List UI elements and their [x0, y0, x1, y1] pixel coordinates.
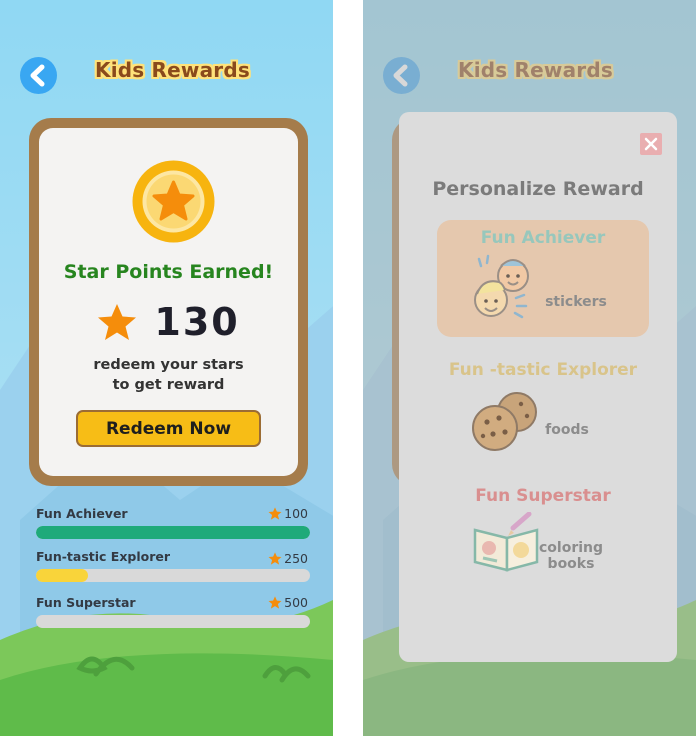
- option-label: foods: [545, 422, 589, 438]
- option-title: Fun Achiever: [480, 228, 606, 248]
- stickers-icon: [474, 254, 529, 319]
- option-label-line1: coloring: [539, 540, 604, 556]
- star-icon: [98, 304, 137, 340]
- option-label-line2: books: [547, 556, 595, 572]
- progress-name: Fun Achiever: [36, 506, 128, 521]
- back-arrow-icon: [30, 64, 45, 87]
- rewards-screen-with-modal: Kids Rewards Personalize Reward Fun Achi…: [363, 0, 696, 736]
- points-heading: Star Points Earned!: [63, 261, 274, 283]
- redeem-hint-line1: redeem your stars: [93, 357, 244, 373]
- cookies-icon: [472, 392, 537, 451]
- progress-track: [36, 615, 310, 628]
- progress-fun-superstar: Fun Superstar 500: [36, 595, 310, 635]
- close-icon: [644, 137, 658, 151]
- option-label: stickers: [545, 294, 607, 310]
- redeem-hint-line2: to get reward: [112, 377, 225, 393]
- close-button[interactable]: [640, 133, 662, 155]
- target-value: 500: [284, 595, 308, 610]
- modal-title: Personalize Reward: [432, 178, 644, 200]
- progress-track: [36, 569, 310, 582]
- reward-option-fun-achiever[interactable]: Fun Achiever stickers: [437, 220, 649, 337]
- progress-fun-achiever: Fun Achiever 100: [36, 506, 310, 546]
- rewards-screen: Kids Rewards Star Points Earned! 130 red…: [0, 0, 333, 736]
- star-icon: [268, 507, 282, 520]
- coloring-book-icon: [473, 512, 539, 572]
- points-row: 130: [39, 300, 298, 344]
- star-icon: [268, 596, 282, 609]
- personalize-reward-modal: Personalize Reward Fun Achiever stickers…: [399, 112, 677, 662]
- star-icon: [268, 552, 282, 565]
- points-card: Star Points Earned! 130 redeem your star…: [39, 128, 298, 476]
- target-value: 250: [284, 551, 308, 566]
- points-value: 130: [154, 300, 240, 344]
- progress-target: 250: [268, 551, 308, 566]
- progress-fill: [36, 526, 310, 539]
- app-title: Kids Rewards: [95, 58, 250, 82]
- progress-name: Fun-tastic Explorer: [36, 549, 171, 564]
- option-title: Fun -tastic Explorer: [448, 360, 638, 380]
- progress-fill: [36, 569, 89, 582]
- target-value: 100: [284, 506, 308, 521]
- progress-target: 500: [268, 595, 308, 610]
- reward-option-fun-tastic-explorer[interactable]: Fun -tastic Explorer foods: [437, 360, 649, 470]
- progress-name: Fun Superstar: [36, 595, 136, 610]
- star-medal-icon: [132, 160, 215, 243]
- reward-option-fun-superstar[interactable]: Fun Superstar coloring books: [437, 486, 649, 596]
- progress-target: 100: [268, 506, 308, 521]
- progress-track: [36, 526, 310, 539]
- back-button[interactable]: [20, 57, 57, 94]
- progress-fun-tastic-explorer: Fun-tastic Explorer 250: [36, 549, 310, 589]
- redeem-now-button[interactable]: Redeem Now: [76, 410, 261, 447]
- option-title: Fun Superstar: [475, 486, 611, 506]
